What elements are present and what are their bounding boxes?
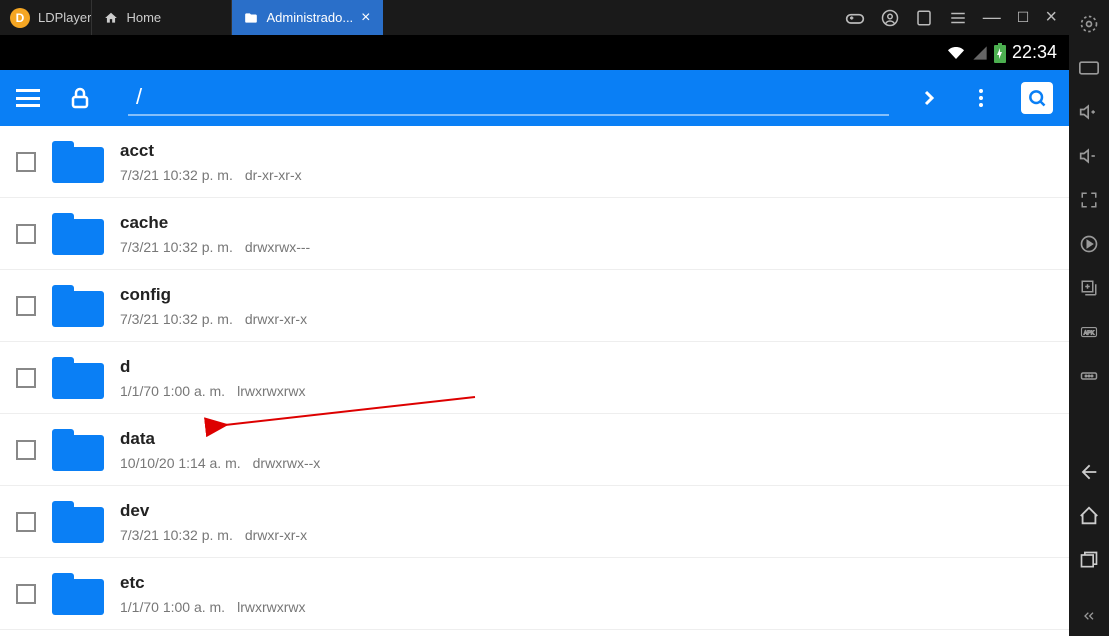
file-manager-toolbar: [0, 70, 1069, 126]
volume-up-icon[interactable]: [1077, 100, 1101, 124]
collapse-icon[interactable]: [1077, 604, 1101, 628]
file-meta: 10/10/20 1:14 a. m.drwxrwx--x: [120, 455, 1053, 471]
maximize-button[interactable]: ☐: [1017, 9, 1030, 26]
fullscreen-icon[interactable]: [1077, 188, 1101, 212]
tab-label: Home: [126, 10, 161, 25]
file-row[interactable]: acct 7/3/21 10:32 p. m.dr-xr-xr-x: [0, 126, 1069, 198]
lock-icon[interactable]: [68, 86, 92, 110]
apk-icon[interactable]: APK: [1077, 320, 1101, 344]
tab-label: Administrado...: [266, 10, 353, 25]
back-icon[interactable]: [1077, 460, 1101, 484]
checkbox[interactable]: [16, 368, 36, 388]
user-icon[interactable]: [881, 9, 899, 27]
gamepad-icon[interactable]: [845, 8, 865, 28]
close-icon[interactable]: ×: [361, 9, 370, 27]
emulator-sidebar: APK: [1069, 0, 1109, 636]
tablet-icon[interactable]: [915, 9, 933, 27]
folder-icon: [52, 357, 104, 399]
folder-icon: [52, 501, 104, 543]
android-status-bar: 22:34: [0, 35, 1069, 70]
menu-icon[interactable]: [949, 9, 967, 27]
file-row[interactable]: dev 7/3/21 10:32 p. m.drwxr-xr-x: [0, 486, 1069, 558]
multi-instance-icon[interactable]: [1077, 276, 1101, 300]
file-row[interactable]: data 10/10/20 1:14 a. m.drwxrwx--x: [0, 414, 1069, 486]
tab-file-manager[interactable]: Administrado... ×: [231, 0, 382, 35]
folder-icon: [52, 429, 104, 471]
minimize-button[interactable]: —: [983, 7, 1001, 28]
folder-icon: [52, 213, 104, 255]
recent-apps-icon[interactable]: [1077, 548, 1101, 572]
keyboard-icon[interactable]: [1077, 56, 1101, 80]
file-meta: 1/1/70 1:00 a. m.lrwxrwxrwx: [120, 599, 1053, 615]
file-meta: 7/3/21 10:32 p. m.drwxr-xr-x: [120, 527, 1053, 543]
file-row[interactable]: etc 1/1/70 1:00 a. m.lrwxrwxrwx: [0, 558, 1069, 630]
folder-icon: [244, 11, 258, 25]
wifi-icon: [946, 45, 966, 61]
search-button[interactable]: [1021, 82, 1053, 114]
checkbox[interactable]: [16, 224, 36, 244]
checkbox[interactable]: [16, 512, 36, 532]
tab-home[interactable]: Home: [91, 0, 231, 35]
ldplayer-logo: D: [10, 8, 30, 28]
folder-icon: [52, 141, 104, 183]
checkbox[interactable]: [16, 152, 36, 172]
signal-icon: [972, 45, 988, 61]
svg-text:APK: APK: [1084, 330, 1095, 336]
file-row[interactable]: d 1/1/70 1:00 a. m.lrwxrwxrwx: [0, 342, 1069, 414]
file-name: etc: [120, 573, 1053, 593]
file-name: d: [120, 357, 1053, 377]
file-name: config: [120, 285, 1053, 305]
sync-icon[interactable]: [1077, 232, 1101, 256]
file-meta: 7/3/21 10:32 p. m.dr-xr-xr-x: [120, 167, 1053, 183]
folder-icon: [52, 285, 104, 327]
home-icon[interactable]: [1077, 504, 1101, 528]
file-name: cache: [120, 213, 1053, 233]
settings-icon[interactable]: [1077, 12, 1101, 36]
file-meta: 7/3/21 10:32 p. m.drwxr-xr-x: [120, 311, 1053, 327]
close-button[interactable]: ×: [1045, 6, 1057, 29]
file-list[interactable]: acct 7/3/21 10:32 p. m.dr-xr-xr-x cache …: [0, 126, 1069, 636]
more-icon[interactable]: [1077, 364, 1101, 388]
app-name: LDPlayer: [38, 10, 91, 25]
status-time: 22:34: [1012, 42, 1057, 63]
file-name: data: [120, 429, 1053, 449]
path-input[interactable]: [128, 80, 889, 116]
file-name: dev: [120, 501, 1053, 521]
file-row[interactable]: config 7/3/21 10:32 p. m.drwxr-xr-x: [0, 270, 1069, 342]
folder-icon: [52, 573, 104, 615]
file-meta: 7/3/21 10:32 p. m.drwxrwx---: [120, 239, 1053, 255]
file-name: acct: [120, 141, 1053, 161]
file-meta: 1/1/70 1:00 a. m.lrwxrwxrwx: [120, 383, 1053, 399]
checkbox[interactable]: [16, 584, 36, 604]
emulator-title-bar: D LDPlayer Home Administrado... × — ☐ ×: [0, 0, 1069, 35]
file-row[interactable]: cache 7/3/21 10:32 p. m.drwxrwx---: [0, 198, 1069, 270]
chevron-right-icon[interactable]: [917, 86, 941, 110]
home-icon: [104, 11, 118, 25]
volume-down-icon[interactable]: [1077, 144, 1101, 168]
checkbox[interactable]: [16, 296, 36, 316]
search-icon: [1027, 88, 1047, 108]
checkbox[interactable]: [16, 440, 36, 460]
battery-icon: [994, 43, 1006, 63]
more-vert-icon[interactable]: [969, 86, 993, 110]
hamburger-menu-button[interactable]: [16, 89, 40, 107]
